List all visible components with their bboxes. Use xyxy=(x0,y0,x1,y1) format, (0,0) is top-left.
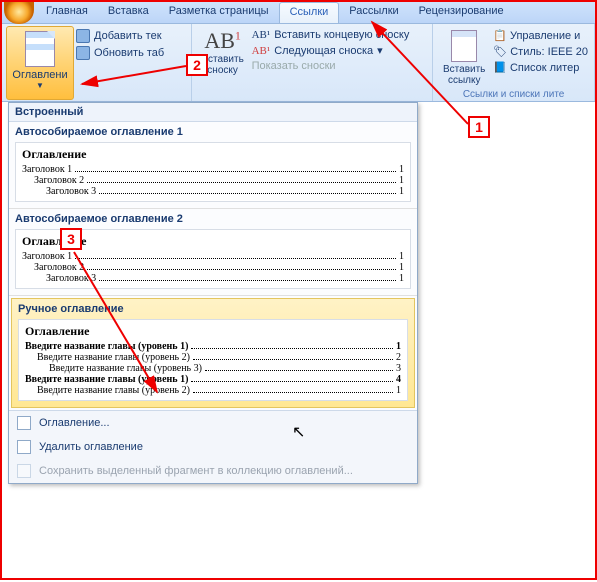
chevron-down-icon: ▼ xyxy=(7,81,73,90)
toc-heading: Оглавление xyxy=(25,324,401,339)
toc-preview: Оглавление Введите название главы (урове… xyxy=(18,319,408,401)
group-caption: Ссылки и списки лите xyxy=(433,89,594,100)
toc-entry: Введите название главы (уровень 1) xyxy=(25,374,188,385)
toc-page: 1 xyxy=(399,186,404,197)
citation-label2: ссылку xyxy=(437,75,491,86)
manage-sources-button[interactable]: 📋 Управление и xyxy=(493,29,588,42)
custom-toc-label: Оглавление... xyxy=(39,417,110,429)
show-footnotes-button[interactable]: Показать сноски xyxy=(252,60,410,72)
tab-layout[interactable]: Разметка страницы xyxy=(159,2,279,23)
tab-review[interactable]: Рецензирование xyxy=(409,2,514,23)
toc-entry: Заголовок 3 xyxy=(46,186,96,197)
citation-label1: Вставить xyxy=(437,64,491,75)
update-label: Обновить таб xyxy=(94,47,164,59)
insert-citation-button[interactable]: Вставить ссылку xyxy=(437,26,491,86)
toc-page: 2 xyxy=(396,352,401,363)
toc-entry: Заголовок 1 xyxy=(22,251,72,262)
style-label: Стиль: xyxy=(510,46,544,58)
toc-entry: Введите название главы (уровень 2) xyxy=(37,385,190,396)
toc-page: 4 xyxy=(396,374,401,385)
add-text-button[interactable]: Добавить тек xyxy=(76,29,164,43)
endnote-icon: AB¹ xyxy=(252,29,271,41)
toc-entry: Заголовок 2 xyxy=(34,175,84,186)
show-footnotes-label: Показать сноски xyxy=(252,60,336,72)
bibliography-button[interactable]: 📘 Список литер xyxy=(493,61,588,74)
manage-label: Управление и xyxy=(510,30,580,42)
preset-title: Автособираемое оглавление 2 xyxy=(15,213,411,225)
toc-preview: Оглавление Заголовок 1 1 Заголовок 2 1 Заг… xyxy=(15,142,411,202)
preset-title: Ручное оглавление xyxy=(18,303,408,315)
toc-page: 1 xyxy=(396,385,401,396)
insert-endnote-button[interactable]: AB¹Вставить концевую сноску xyxy=(252,29,410,41)
plus-icon xyxy=(76,29,90,43)
marker-1: 1 xyxy=(468,116,490,138)
remove-toc-button[interactable]: Удалить оглавление xyxy=(9,435,417,459)
toc-entry: Заголовок 2 xyxy=(34,262,84,273)
biblio-label: Список литер xyxy=(510,62,579,74)
footnote-icon: AB1 xyxy=(196,28,250,54)
toc-button[interactable]: Оглавлени ▼ xyxy=(6,26,74,100)
toc-page: 3 xyxy=(396,363,401,374)
toc-entry: Заголовок 1 xyxy=(22,164,72,175)
marker-3: 3 xyxy=(60,228,82,250)
citation-icon xyxy=(451,30,477,62)
group-toc: Оглавлени ▼ Добавить тек Обновить таб xyxy=(2,24,192,101)
preset-title: Автособираемое оглавление 1 xyxy=(15,126,411,138)
marker-2: 2 xyxy=(186,54,208,76)
style-selector[interactable]: 🏷 Стиль: IEEE 20 xyxy=(493,45,588,58)
dd-section-builtin: Встроенный xyxy=(9,103,417,122)
next-footnote-icon: AB¹ xyxy=(252,45,271,57)
tab-references[interactable]: Ссылки xyxy=(279,2,340,23)
toc-page: 1 xyxy=(399,273,404,284)
toc-label: Оглавлени xyxy=(7,69,73,81)
endnote-label: Вставить концевую сноску xyxy=(274,29,409,41)
tab-insert[interactable]: Вставка xyxy=(98,2,159,23)
next-footnote-label: Следующая сноска xyxy=(274,45,373,57)
update-table-button[interactable]: Обновить таб xyxy=(76,46,164,60)
toc-page: 1 xyxy=(399,262,404,273)
dd-footer: Оглавление... Удалить оглавление Сохрани… xyxy=(9,410,417,483)
tab-mailings[interactable]: Рассылки xyxy=(339,2,408,23)
toc-entry: Введите название главы (уровень 2) xyxy=(37,352,190,363)
add-text-label: Добавить тек xyxy=(94,30,162,42)
tab-home[interactable]: Главная xyxy=(36,2,98,23)
toc-page: 1 xyxy=(399,175,404,186)
toc-page: 1 xyxy=(399,251,404,262)
doc-icon xyxy=(17,416,31,430)
toc-page: 1 xyxy=(399,164,404,175)
toc-entry: Заголовок 3 xyxy=(46,273,96,284)
custom-toc-button[interactable]: Оглавление... xyxy=(9,411,417,435)
toc-entry: Введите название главы (уровень 3) xyxy=(49,363,202,374)
style-value: IEEE 20 xyxy=(548,46,588,58)
save-toc-button: Сохранить выделенный фрагмент в коллекци… xyxy=(9,459,417,483)
preset-auto-1[interactable]: Автособираемое оглавление 1 Оглавление З… xyxy=(9,122,417,209)
next-footnote-button[interactable]: AB¹Следующая сноска ▾ xyxy=(252,44,410,57)
save-icon xyxy=(17,464,31,478)
toc-heading: Оглавление xyxy=(22,147,404,162)
office-button[interactable] xyxy=(4,2,34,24)
ribbon: Оглавлени ▼ Добавить тек Обновить таб AB… xyxy=(2,24,595,102)
group-citations: Вставить ссылку 📋 Управление и 🏷 Стиль: … xyxy=(433,24,595,101)
preset-manual[interactable]: Ручное оглавление Оглавление Введите наз… xyxy=(11,298,415,408)
preset-auto-2[interactable]: Автособираемое оглавление 2 Оглавление З… xyxy=(9,209,417,296)
refresh-icon xyxy=(76,46,90,60)
remove-toc-label: Удалить оглавление xyxy=(39,441,143,453)
toc-entry: Введите название главы (уровень 1) xyxy=(25,341,188,352)
toc-page: 1 xyxy=(396,341,401,352)
group-footnotes: AB1 Вставить сноску AB¹Вставить концевую… xyxy=(192,24,434,101)
doc-icon xyxy=(25,31,55,67)
save-toc-label: Сохранить выделенный фрагмент в коллекци… xyxy=(39,465,353,477)
delete-icon xyxy=(17,440,31,454)
toc-gallery-dropdown: Встроенный Автособираемое оглавление 1 О… xyxy=(8,102,418,484)
ribbon-tabs: Главная Вставка Разметка страницы Ссылки… xyxy=(2,2,595,24)
